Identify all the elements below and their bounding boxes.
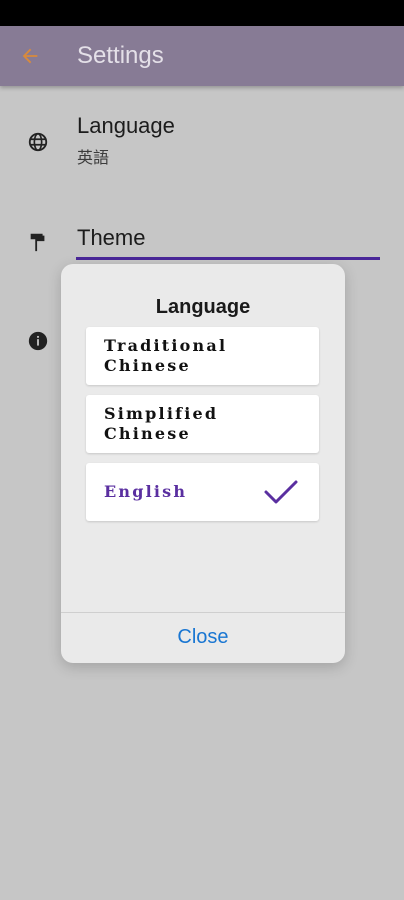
close-button[interactable]: Close <box>61 613 345 663</box>
option-label: Simplified Chinese <box>104 404 219 443</box>
info-icon <box>26 329 50 353</box>
theme-underline <box>76 257 380 260</box>
arrow-back-icon <box>22 48 38 64</box>
language-option-traditional-chinese[interactable]: Traditional Chinese <box>86 327 319 385</box>
back-button[interactable] <box>14 41 46 71</box>
status-bar <box>0 0 404 26</box>
setting-row-theme[interactable]: Theme <box>0 215 404 265</box>
app-bar: Settings <box>0 26 404 86</box>
option-label: English <box>104 482 188 501</box>
setting-language-value: 英語 <box>77 150 110 167</box>
setting-row-language[interactable]: Language 英語 <box>0 100 404 190</box>
checkmark-icon <box>264 480 298 504</box>
dialog-title: Language <box>155 296 251 318</box>
option-label: Traditional Chinese <box>104 336 228 375</box>
language-option-english[interactable]: English <box>86 463 319 521</box>
language-option-simplified-chinese[interactable]: Simplified Chinese <box>86 395 319 453</box>
paint-roller-icon <box>26 230 50 254</box>
globe-icon <box>26 130 50 154</box>
setting-theme-title: Theme <box>77 225 146 250</box>
language-dialog: Language Traditional Chinese Simplified … <box>61 264 345 663</box>
setting-language-title: Language <box>77 113 175 138</box>
page-title: Settings <box>77 42 164 69</box>
